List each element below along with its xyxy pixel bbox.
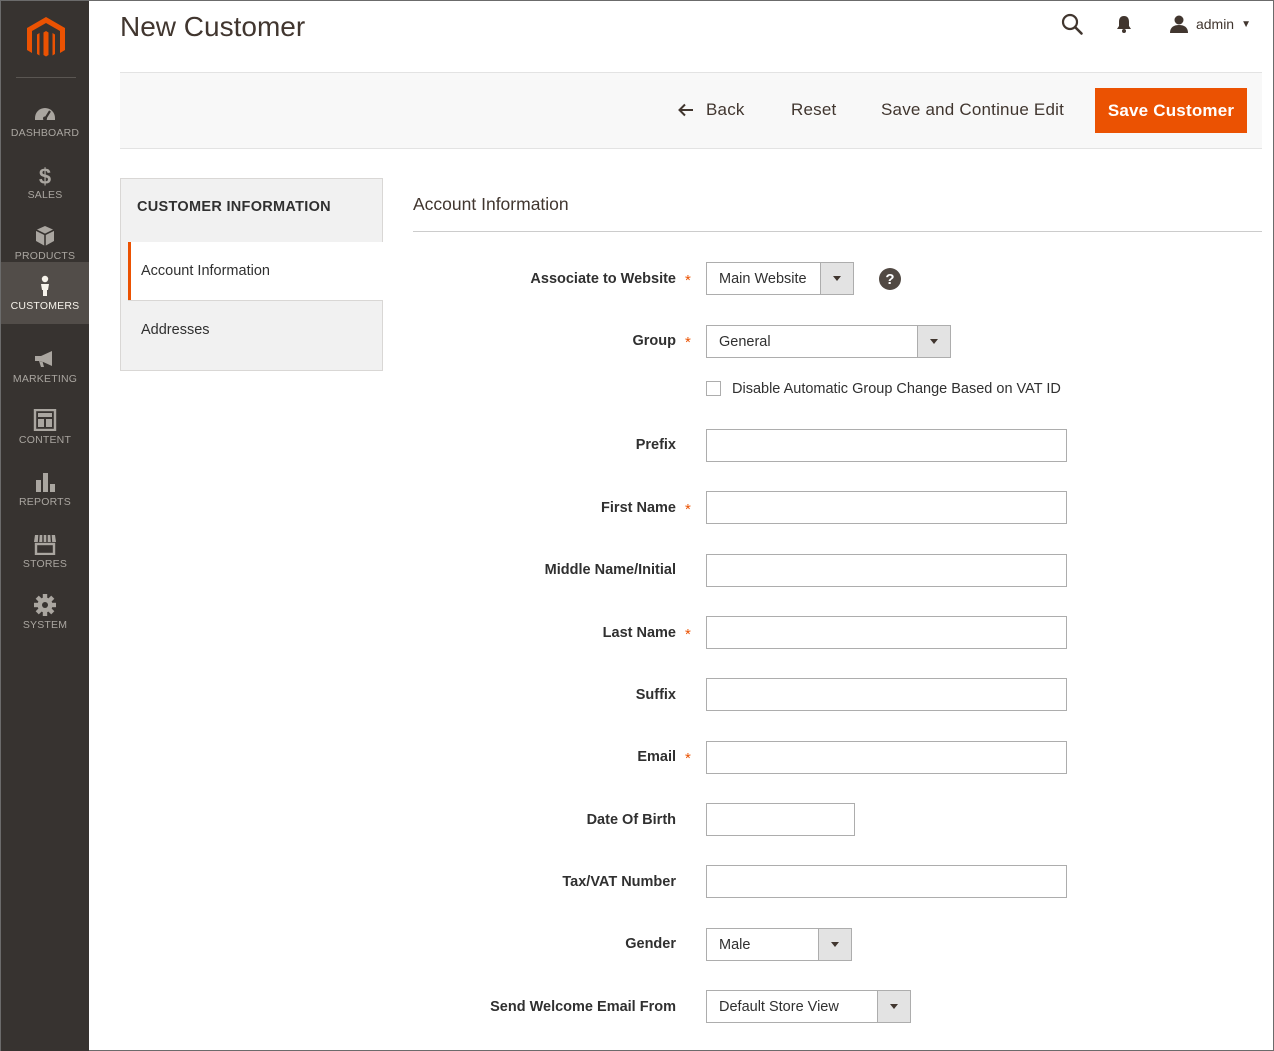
nav-label-sales: SALES bbox=[27, 188, 63, 201]
middle-name-input[interactable] bbox=[706, 554, 1067, 587]
suffix-label: Suffix bbox=[635, 687, 676, 703]
first-name-input[interactable] bbox=[706, 491, 1067, 524]
page-actions-bar: Back Reset Save and Continue Edit Save C… bbox=[120, 72, 1262, 149]
taxvat-input[interactable] bbox=[706, 865, 1067, 898]
gear-icon bbox=[34, 593, 56, 616]
nav-label-products: PRODUCTS bbox=[14, 249, 76, 262]
section-title: Account Information bbox=[413, 194, 569, 214]
save-customer-button[interactable]: Save Customer bbox=[1095, 88, 1247, 133]
storefront-icon bbox=[34, 534, 56, 555]
page-title: New Customer bbox=[120, 11, 306, 42]
nav-marketing[interactable]: MARKETING bbox=[1, 335, 89, 397]
nav-label-system: SYSTEM bbox=[22, 618, 68, 631]
layout-icon bbox=[33, 408, 57, 431]
dob-input[interactable] bbox=[706, 803, 855, 836]
header-actions: admin ▼ bbox=[1059, 11, 1251, 37]
prefix-input[interactable] bbox=[706, 429, 1067, 462]
nav-label-reports: REPORTS bbox=[19, 495, 71, 508]
arrow-left-icon bbox=[678, 103, 693, 117]
required-marker: * bbox=[685, 626, 691, 643]
reset-button[interactable]: Reset bbox=[791, 100, 836, 120]
gender-value: Male bbox=[719, 936, 751, 953]
chevron-down-icon bbox=[877, 991, 910, 1022]
chevron-down-icon: ▼ bbox=[1241, 18, 1251, 30]
box-icon bbox=[35, 225, 55, 246]
gender-select[interactable]: Male bbox=[706, 928, 852, 961]
chevron-down-icon bbox=[917, 326, 950, 357]
taxvat-label: Tax/VAT Number bbox=[562, 874, 676, 890]
gender-label: Gender bbox=[625, 936, 676, 952]
user-account-menu[interactable]: admin ▼ bbox=[1169, 14, 1251, 34]
svg-text:$: $ bbox=[39, 164, 51, 186]
required-marker: * bbox=[685, 272, 691, 289]
nav-label-customers: CUSTOMERS bbox=[10, 299, 80, 312]
nav-dashboard[interactable]: DASHBOARD bbox=[1, 89, 89, 151]
required-marker: * bbox=[685, 334, 691, 351]
back-button[interactable]: Back bbox=[678, 100, 745, 120]
disable-group-change-label[interactable]: Disable Automatic Group Change Based on … bbox=[732, 381, 1061, 397]
required-marker: * bbox=[685, 750, 691, 767]
welcome-email-value: Default Store View bbox=[719, 998, 839, 1015]
search-icon[interactable] bbox=[1059, 11, 1085, 37]
nav-reports[interactable]: REPORTS bbox=[1, 458, 89, 520]
group-select[interactable]: General bbox=[706, 325, 951, 358]
section-divider bbox=[413, 231, 1262, 232]
disable-group-change-checkbox[interactable] bbox=[706, 381, 721, 396]
user-icon bbox=[1169, 15, 1188, 33]
nav-label-stores: STORES bbox=[22, 557, 68, 570]
nav-stores[interactable]: STORES bbox=[1, 520, 89, 582]
associate-website-select[interactable]: Main Website bbox=[706, 262, 854, 295]
tab-addresses[interactable]: Addresses bbox=[128, 300, 383, 358]
user-name: admin bbox=[1195, 16, 1235, 32]
admin-sidebar: DASHBOARD $ SALES PRODUCTS CUSTOMERS MAR… bbox=[1, 1, 89, 1051]
megaphone-icon bbox=[35, 350, 52, 367]
nav-label-content: CONTENT bbox=[18, 433, 72, 446]
help-icon[interactable]: ? bbox=[879, 268, 901, 290]
dob-label: Date Of Birth bbox=[586, 812, 676, 828]
welcome-email-select[interactable]: Default Store View bbox=[706, 990, 911, 1023]
nav-customers[interactable]: CUSTOMERS bbox=[1, 262, 89, 324]
tabs-title: CUSTOMER INFORMATION bbox=[137, 199, 331, 215]
nav-content[interactable]: CONTENT bbox=[1, 396, 89, 458]
email-label: Email bbox=[637, 749, 676, 765]
dashboard-icon bbox=[35, 107, 55, 120]
bar-chart-icon bbox=[36, 472, 55, 492]
nav-sales[interactable]: $ SALES bbox=[1, 151, 89, 213]
chevron-down-icon bbox=[818, 929, 851, 960]
last-name-label: Last Name bbox=[602, 625, 676, 641]
back-label: Back bbox=[706, 100, 745, 119]
nav-label-dashboard: DASHBOARD bbox=[10, 126, 80, 139]
magento-logo[interactable] bbox=[16, 1, 76, 78]
prefix-label: Prefix bbox=[635, 437, 676, 453]
middle-name-label: Middle Name/Initial bbox=[544, 562, 676, 578]
group-label: Group bbox=[632, 333, 677, 349]
associate-website-value: Main Website bbox=[719, 270, 807, 287]
save-and-continue-button[interactable]: Save and Continue Edit bbox=[881, 100, 1064, 120]
magento-logo-icon bbox=[27, 17, 65, 57]
suffix-input[interactable] bbox=[706, 678, 1067, 711]
last-name-input[interactable] bbox=[706, 616, 1067, 649]
welcome-email-label: Send Welcome Email From bbox=[490, 999, 676, 1015]
group-value: General bbox=[719, 333, 771, 350]
email-input[interactable] bbox=[706, 741, 1067, 774]
required-marker: * bbox=[685, 501, 691, 518]
nav-system[interactable]: SYSTEM bbox=[1, 581, 89, 643]
notifications-bell-icon[interactable] bbox=[1111, 11, 1137, 37]
person-icon bbox=[41, 275, 49, 296]
nav-label-marketing: MARKETING bbox=[12, 372, 78, 385]
chevron-down-icon bbox=[820, 263, 853, 294]
associate-website-label: Associate to Website bbox=[530, 271, 676, 287]
dollar-icon: $ bbox=[39, 164, 51, 186]
first-name-label: First Name bbox=[601, 500, 676, 516]
